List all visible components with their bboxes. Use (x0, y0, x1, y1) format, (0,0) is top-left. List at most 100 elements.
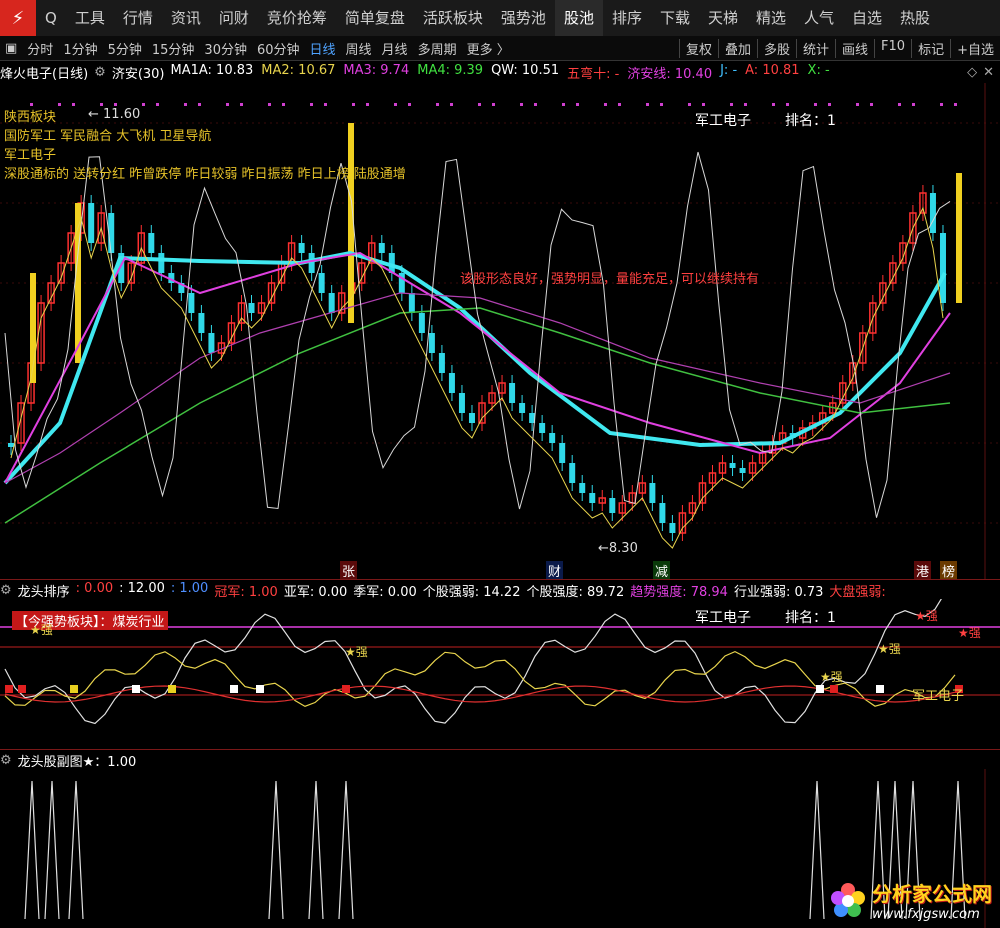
strong-signal-label: ★强 (30, 623, 53, 637)
nav-item[interactable]: 自选 (843, 0, 891, 36)
settings-icon[interactable]: ⚙ (94, 65, 106, 80)
rank-value: 行业强弱: 0.73 (733, 584, 824, 600)
period-tab[interactable]: 30分钟 (199, 39, 252, 58)
signal-dot (870, 103, 873, 106)
toolbar-button[interactable]: 画线 (835, 38, 874, 58)
signal-square (342, 685, 350, 693)
nav-item[interactable]: 排序 (603, 0, 651, 36)
event-marker[interactable]: 港 (914, 561, 932, 580)
candle-body (8, 443, 14, 447)
nav-item[interactable]: 资讯 (162, 0, 210, 36)
ma-value: A: 10.81 (745, 62, 800, 78)
period-tab[interactable]: 1分钟 (58, 39, 102, 58)
toolbar-button[interactable]: 统计 (796, 38, 835, 58)
close-icon[interactable]: ✕ (983, 65, 994, 80)
nav-item[interactable]: 活跃板块 (414, 0, 492, 36)
candle-body (438, 353, 445, 373)
nav-item[interactable]: 竞价抢筹 (258, 0, 336, 36)
stock-title[interactable]: 烽火电子(日线) (0, 63, 88, 82)
grid-menu-icon[interactable]: ▣ (0, 41, 22, 56)
candle-body (468, 413, 475, 423)
period-tab[interactable]: 更多 〉 (462, 39, 515, 58)
event-marker[interactable]: 张 (340, 561, 358, 580)
toolbar-button[interactable]: 标记 (911, 38, 950, 58)
period-tab[interactable]: 日线 (305, 39, 341, 58)
period-tab[interactable]: 多周期 (413, 39, 462, 58)
candle-body (428, 333, 435, 353)
period-tab[interactable]: 月线 (377, 39, 413, 58)
signal-dot (730, 103, 733, 106)
nav-item[interactable]: 人气 (795, 0, 843, 36)
candle-body (148, 233, 155, 253)
event-marker[interactable]: 财 (546, 561, 564, 580)
toolbar-button[interactable]: F10 (874, 38, 911, 58)
nav-item[interactable]: 精选 (747, 0, 795, 36)
strong-signal-label: ★强 (958, 626, 981, 640)
period-tab[interactable]: 5分钟 (103, 39, 147, 58)
diamond-icon[interactable]: ◇ (967, 65, 977, 80)
settings-icon[interactable]: ⚙ (0, 583, 12, 598)
nav-item[interactable]: 问财 (210, 0, 258, 36)
period-tab[interactable]: 15分钟 (147, 39, 200, 58)
candle-body (378, 243, 385, 253)
toolbar-button[interactable]: 叠加 (717, 38, 757, 58)
period-tab[interactable]: 周线 (341, 39, 377, 58)
signal-dot (786, 103, 789, 106)
candle-body (589, 493, 596, 503)
signal-dot (688, 103, 691, 106)
nav-item[interactable]: 行情 (114, 0, 162, 36)
sector-label: 军工电子 (695, 113, 751, 129)
settings-icon[interactable]: ⚙ (0, 753, 12, 768)
candle-body (539, 423, 546, 433)
sector-label: 军工电子 (695, 610, 751, 626)
candle-body (248, 303, 255, 313)
rank-value: 趋势强度: 78.94 (630, 584, 728, 600)
toolbar-button[interactable]: 多股 (757, 38, 796, 58)
signal-dot (142, 103, 145, 106)
panel-title[interactable]: 龙头股副图★：1.00 (18, 751, 137, 770)
nav-item[interactable]: 简单复盘 (336, 0, 414, 36)
ma-purple-line (4, 292, 951, 484)
signal-square (256, 685, 264, 693)
nav-item[interactable]: 热股 (891, 0, 939, 36)
period-tab[interactable]: 分时 (22, 39, 58, 58)
app-logo[interactable]: ⚡ (0, 0, 36, 36)
candle-body (519, 403, 526, 413)
nav-item[interactable]: 下载 (651, 0, 699, 36)
candle-body (158, 253, 165, 273)
ma-value: MA2: 10.67 (261, 62, 336, 78)
ma-value: 五弯十: - (567, 66, 620, 82)
leader-spike (268, 780, 284, 920)
rank-label: 排名：1 (785, 610, 836, 626)
nav-item[interactable]: 工具 (66, 0, 114, 36)
candle-body (458, 393, 465, 413)
signal-dot (940, 103, 943, 106)
candle-body (929, 193, 936, 233)
watermark-site-name: 分析家公式网 (872, 882, 992, 906)
stock-tags: 陕西板块 国防军工 军民融合 大飞机 卫星导航 军工电子 深股通标的 送转分红 … (4, 108, 406, 184)
signal-dot (226, 103, 229, 106)
candle-body (579, 483, 586, 493)
signal-dot (282, 103, 285, 106)
signal-dot (310, 103, 313, 106)
candle-body (649, 483, 656, 503)
strong-signal-label: ★强 (345, 645, 368, 659)
nav-item[interactable]: 天梯 (699, 0, 747, 36)
signal-square (70, 685, 78, 693)
event-marker[interactable]: 榜 (940, 561, 958, 580)
panel-title[interactable]: 龙头排序 (18, 581, 70, 600)
toolbar-button[interactable]: 复权 (678, 38, 718, 58)
signal-dot (366, 103, 369, 106)
nav-item[interactable]: 股池 (554, 0, 603, 36)
event-marker[interactable]: 减 (653, 561, 671, 580)
period-tab[interactable]: 60分钟 (252, 39, 305, 58)
signal-dot (520, 103, 523, 106)
low-price-label: ←8.30 (598, 541, 638, 556)
nav-item[interactable]: 强势池 (492, 0, 555, 36)
toolbar-button[interactable]: +自选 (950, 38, 1000, 58)
search-icon[interactable]: Q (36, 0, 66, 36)
indicator-name[interactable]: 济安(30) (112, 63, 165, 82)
industry-tag: 军工电子 (4, 148, 57, 163)
signal-dot (72, 103, 75, 106)
ma-magenta-line (4, 251, 951, 484)
